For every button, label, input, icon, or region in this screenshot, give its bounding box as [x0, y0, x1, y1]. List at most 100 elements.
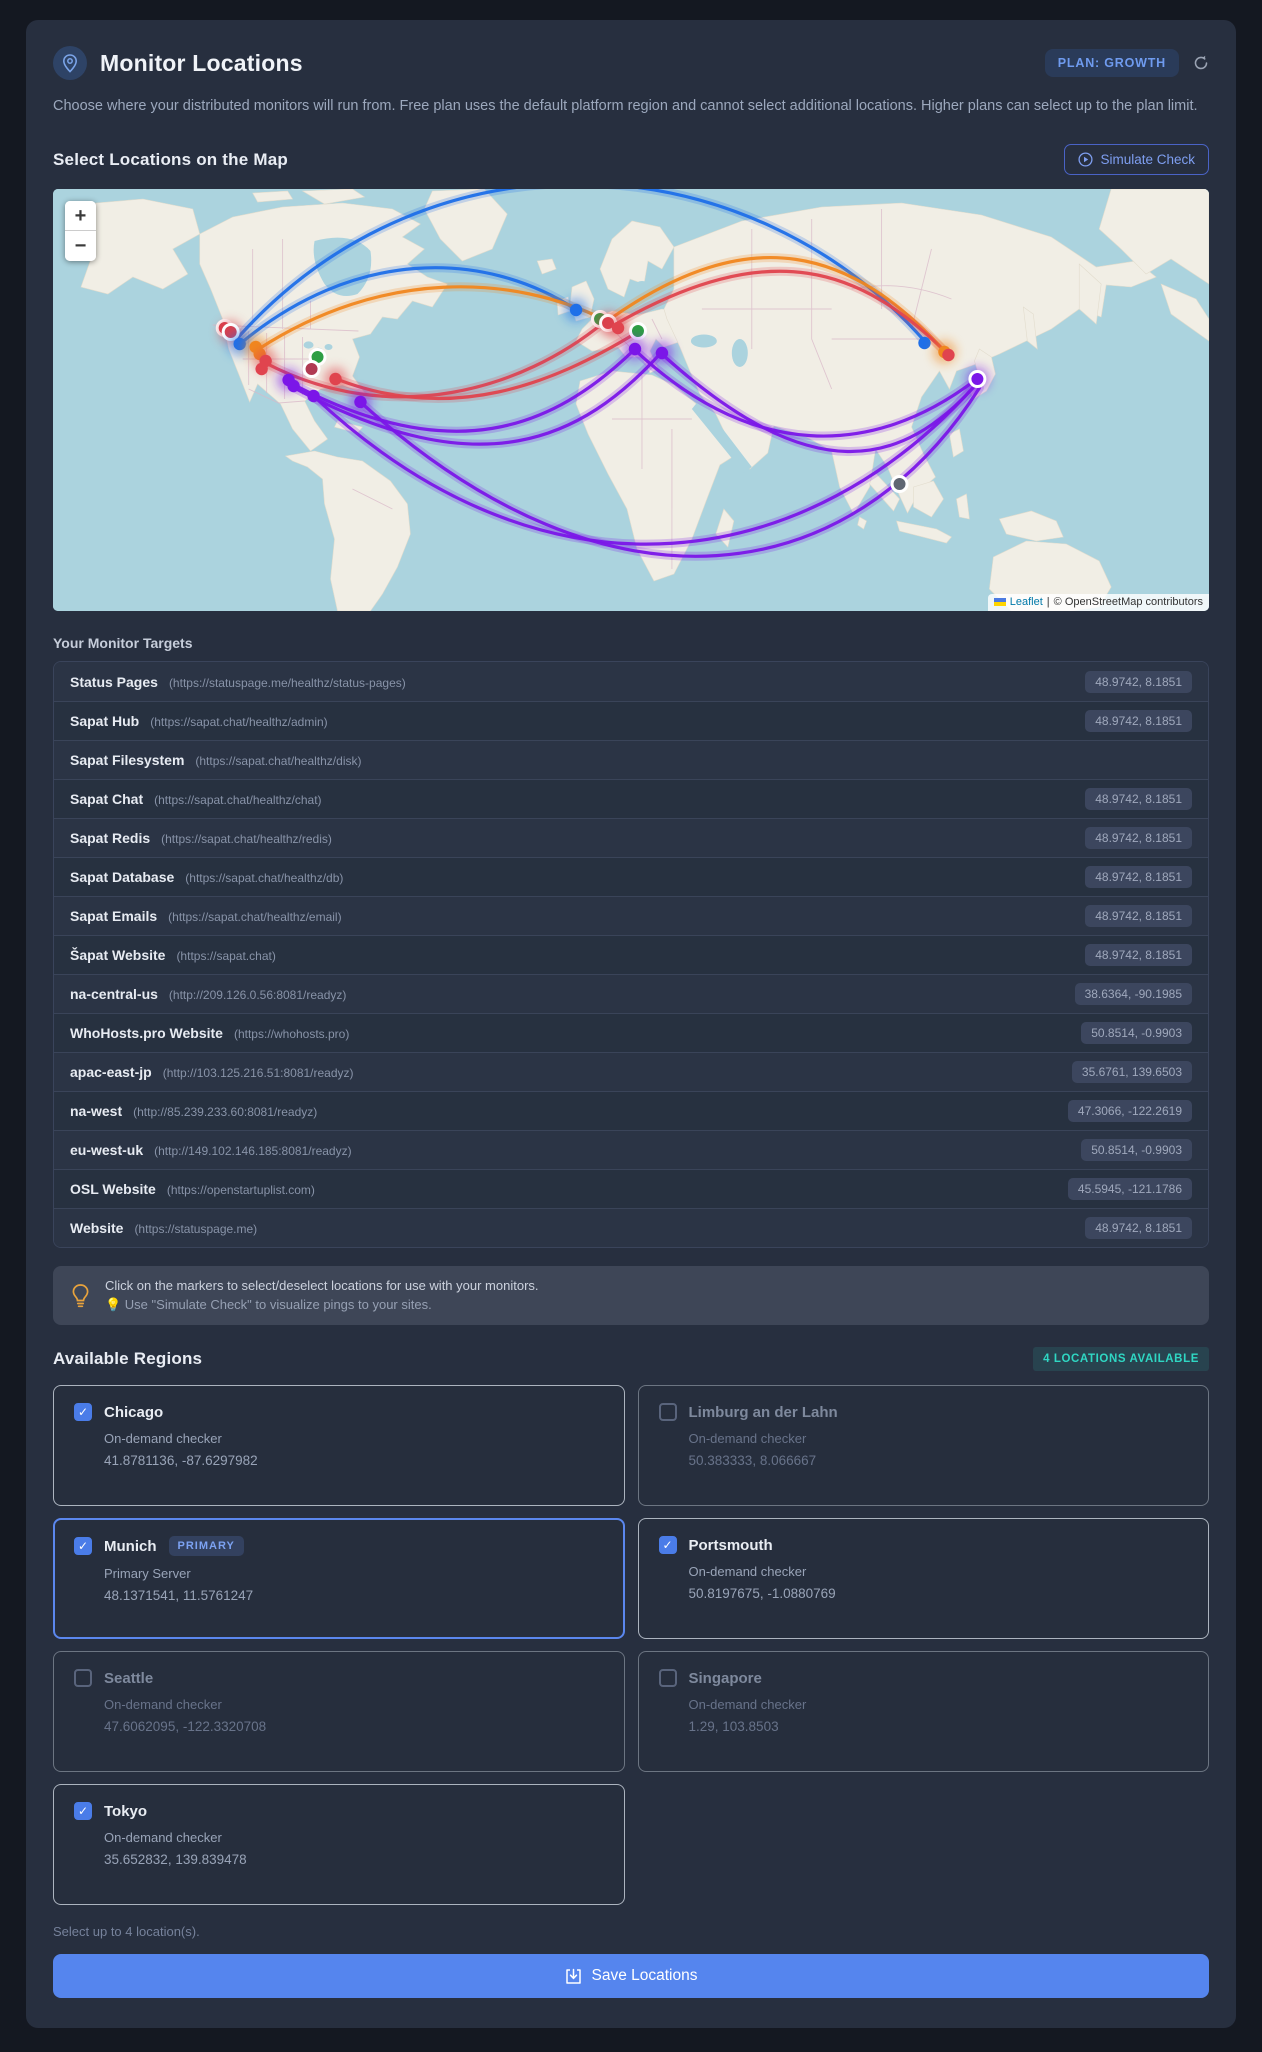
region-type: On-demand checker [688, 1431, 807, 1447]
plan-badge: PLAN: GROWTH [1044, 49, 1179, 77]
location-pin-icon [53, 46, 87, 80]
map-marker[interactable] [655, 346, 669, 360]
header: Monitor Locations PLAN: GROWTH [53, 46, 1209, 80]
target-name: Sapat Filesystem [70, 752, 185, 769]
target-row: OSL Website (https://openstartuplist.com… [54, 1169, 1208, 1209]
region-name: Portsmouth [688, 1536, 773, 1554]
region-checkbox[interactable] [658, 1403, 677, 1422]
target-row: Sapat Emails (https://sapat.chat/healthz… [54, 896, 1208, 936]
target-coordinates-badge: 45.5945, -121.1786 [1067, 1178, 1192, 1201]
target-row: Sapat Database (https://sapat.chat/healt… [54, 857, 1208, 897]
region-checkbox[interactable] [74, 1669, 92, 1688]
target-row: eu-west-uk (http://149.102.146.185:8081/… [54, 1130, 1208, 1170]
map-marker[interactable] [611, 321, 625, 335]
region-checkbox[interactable]: ✓ [74, 1537, 92, 1556]
target-row: Sapat Redis (https://sapat.chat/healthz/… [54, 818, 1208, 858]
map-marker[interactable] [942, 348, 955, 362]
map-marker[interactable] [629, 322, 647, 341]
region-checkbox[interactable] [658, 1669, 677, 1688]
map-marker[interactable] [628, 342, 642, 356]
world-map[interactable]: + − Leaflet | © OpenStreetMap contributo… [53, 189, 1209, 612]
target-coordinates-badge: 48.9742, 8.1851 [1085, 1217, 1192, 1240]
target-url: (https://statuspage.me/healthz/status-pa… [168, 675, 406, 690]
target-name: Sapat Hub [70, 713, 140, 730]
target-url: (https://sapat.chat/healthz/db) [185, 871, 344, 886]
region-card[interactable]: Limburg an der Lahn On-demand checker 50… [637, 1385, 1209, 1507]
target-coordinates-badge: 48.9742, 8.1851 [1085, 827, 1192, 850]
target-url: (https://sapat.chat/healthz/email) [168, 910, 342, 925]
region-cards: ✓ Chicago On-demand checker 41.8781136, … [53, 1385, 1209, 1906]
map-marker[interactable] [569, 303, 583, 317]
region-type: On-demand checker [688, 1697, 807, 1713]
save-icon [565, 1968, 581, 1984]
region-name: Munich [104, 1537, 157, 1555]
region-coordinates: 50.8197675, -1.0880769 [688, 1586, 836, 1602]
leaflet-link[interactable]: Leaflet [1010, 596, 1043, 608]
page-title: Monitor Locations [100, 49, 303, 76]
tip-box: Click on the markers to select/deselect … [53, 1266, 1209, 1326]
map-marker[interactable] [287, 379, 300, 393]
map-marker[interactable] [302, 360, 321, 379]
region-card[interactable]: Singapore On-demand checker 1.29, 103.85… [637, 1651, 1209, 1773]
map-marker[interactable] [918, 336, 931, 350]
region-coordinates: 48.1371541, 11.5761247 [104, 1588, 254, 1604]
map-marker[interactable] [890, 475, 909, 494]
target-url: (https://sapat.chat/healthz/chat) [154, 793, 322, 808]
target-coordinates-badge: 50.8514, -0.9903 [1081, 1022, 1192, 1045]
map-marker[interactable] [329, 372, 342, 386]
region-type: On-demand checker [104, 1697, 222, 1713]
target-row: Status Pages (https://statuspage.me/heal… [54, 662, 1208, 702]
region-card[interactable]: ✓ Munich PRIMARY Primary Server 48.13715… [53, 1518, 625, 1640]
map-attribution: Leaflet | © OpenStreetMap contributors [987, 594, 1209, 612]
region-card[interactable]: ✓ Portsmouth On-demand checker 50.819767… [637, 1518, 1209, 1640]
region-name: Singapore [688, 1669, 762, 1687]
target-row: Website (https://statuspage.me) 48.9742,… [54, 1208, 1208, 1248]
target-row: Sapat Filesystem (https://sapat.chat/hea… [54, 740, 1208, 780]
region-name: Tokyo [104, 1802, 148, 1820]
region-name: Chicago [104, 1403, 164, 1421]
target-row: apac-east-jp (http://103.125.216.51:8081… [54, 1052, 1208, 1092]
osm-attribution: © OpenStreetMap contributors [1053, 596, 1203, 609]
primary-badge: PRIMARY [168, 1536, 244, 1557]
map-marker[interactable] [307, 389, 320, 403]
target-coordinates-badge: 48.9742, 8.1851 [1085, 710, 1192, 733]
refresh-icon[interactable] [1193, 55, 1209, 71]
target-name: Sapat Redis [70, 830, 151, 847]
target-url: (https://sapat.chat/healthz/redis) [161, 832, 332, 847]
target-row: Šapat Website (https://sapat.chat) 48.97… [54, 935, 1208, 975]
region-checkbox[interactable]: ✓ [74, 1802, 92, 1821]
regions-heading: Available Regions [53, 1349, 203, 1369]
target-url: (https://sapat.chat/healthz/disk) [195, 754, 362, 769]
target-name: WhoHosts.pro Website [70, 1025, 223, 1042]
region-card[interactable]: Seattle On-demand checker 47.6062095, -1… [53, 1651, 625, 1773]
selection-limit-note: Select up to 4 location(s). [53, 1924, 200, 1940]
target-name: apac-east-jp [70, 1064, 152, 1081]
simulate-check-button[interactable]: Simulate Check [1064, 144, 1209, 176]
map-marker[interactable] [354, 395, 367, 409]
map-marker[interactable] [255, 362, 268, 376]
region-card[interactable]: ✓ Tokyo On-demand checker 35.652832, 139… [53, 1784, 625, 1906]
target-url: (https://sapat.chat/healthz/admin) [150, 715, 328, 730]
map-section-title: Select Locations on the Map [53, 149, 288, 169]
target-row: na-west (http://85.239.233.60:8081/ready… [54, 1091, 1208, 1131]
region-checkbox[interactable]: ✓ [74, 1403, 92, 1422]
target-coordinates-badge: 38.6364, -90.1985 [1074, 983, 1192, 1006]
map-marker[interactable] [968, 370, 987, 389]
locations-available-badge: 4 LOCATIONS AVAILABLE [1033, 1347, 1209, 1372]
target-name: Sapat Emails [70, 908, 158, 925]
zoom-in-button[interactable]: + [65, 201, 96, 232]
tip-line-1: Click on the markers to select/deselect … [105, 1278, 539, 1294]
page-description: Choose where your distributed monitors w… [53, 98, 1198, 114]
region-card[interactable]: ✓ Chicago On-demand checker 41.8781136, … [53, 1385, 625, 1507]
region-coordinates: 47.6062095, -122.3320708 [104, 1719, 267, 1735]
zoom-out-button[interactable]: − [65, 231, 96, 262]
ukraine-flag-icon [993, 598, 1006, 607]
save-locations-button[interactable]: Save Locations [53, 1954, 1209, 1999]
region-type: On-demand checker [104, 1431, 222, 1447]
target-url: (http://149.102.146.185:8081/readyz) [154, 1144, 352, 1159]
target-name: Šapat Website [70, 947, 166, 964]
region-checkbox[interactable]: ✓ [658, 1536, 677, 1555]
target-row: Sapat Chat (https://sapat.chat/healthz/c… [54, 779, 1208, 819]
target-coordinates-badge: 48.9742, 8.1851 [1085, 670, 1192, 693]
target-name: OSL Website [70, 1181, 156, 1198]
